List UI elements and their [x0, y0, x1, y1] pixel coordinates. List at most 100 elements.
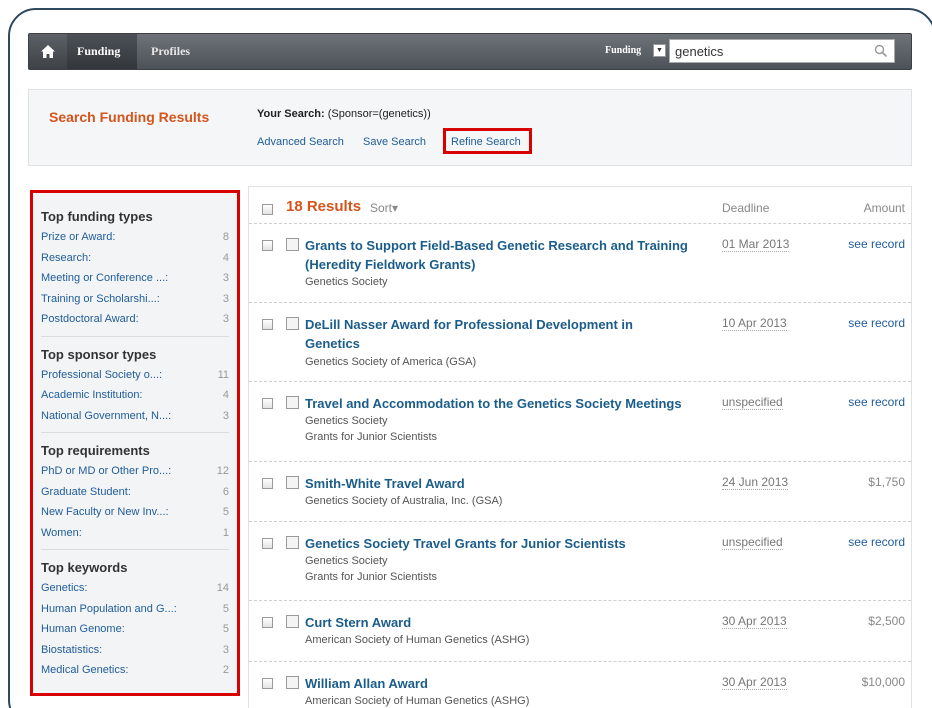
facet-label[interactable]: Medical Genetics: — [41, 660, 128, 681]
preview-icon[interactable] — [286, 396, 299, 409]
facet-item[interactable]: Training or Scholarshi...: 3 — [41, 289, 229, 310]
result-amount-link[interactable]: see record — [848, 316, 905, 330]
search-input[interactable] — [670, 40, 860, 62]
your-search-summary: Your Search: (Sponsor=(genetics)) — [257, 108, 431, 120]
result-title-link[interactable]: Grants to Support Field-Based Genetic Re… — [305, 236, 715, 274]
facet-item[interactable]: Biostatistics: 3 — [41, 640, 229, 661]
facet-count: 14 — [216, 582, 229, 594]
facet-item[interactable]: Human Population and G...: 5 — [41, 599, 229, 620]
result-checkbox[interactable] — [262, 398, 273, 409]
facet-label[interactable]: Human Population and G...: — [41, 599, 177, 620]
facet-label[interactable]: New Faculty or New Inv...: — [41, 502, 169, 523]
facet-label[interactable]: Biostatistics: — [41, 640, 102, 661]
search-scope-label[interactable]: Funding — [605, 45, 641, 56]
facet-item[interactable]: Genetics: 14 — [41, 578, 229, 599]
facet-title: Top keywords — [41, 560, 128, 575]
facet-item[interactable]: Prize or Award: 8 — [41, 227, 229, 248]
result-amount: $1,750 — [868, 475, 905, 489]
facet-label[interactable]: Training or Scholarshi...: — [41, 289, 160, 310]
facet-item[interactable]: Research: 4 — [41, 248, 229, 269]
facet-label[interactable]: PhD or MD or Other Pro...: — [41, 461, 171, 482]
result-title-link[interactable]: Travel and Accommodation to the Genetics… — [305, 394, 725, 413]
search-box — [669, 39, 895, 63]
facet-label[interactable]: Meeting or Conference ...: — [41, 268, 168, 289]
result-title-link[interactable]: Smith-White Travel Award — [305, 474, 715, 493]
facet-divider — [41, 335, 229, 337]
facet-label[interactable]: Human Genome: — [41, 619, 125, 640]
result-checkbox[interactable] — [262, 240, 273, 251]
facet-item[interactable]: PhD or MD or Other Pro...: 12 — [41, 461, 229, 482]
result-title-link[interactable]: Genetics Society Travel Grants for Junio… — [305, 534, 715, 553]
your-search-label: Your Search: — [257, 108, 325, 120]
facet-label[interactable]: Graduate Student: — [41, 482, 131, 503]
facet-item[interactable]: Academic Institution: 4 — [41, 385, 229, 406]
result-sponsor: Genetics Society of Australia, Inc. (GSA… — [305, 495, 503, 507]
facet-item[interactable]: Postdoctoral Award: 3 — [41, 309, 229, 330]
facet-label[interactable]: Prize or Award: — [41, 227, 115, 248]
facet-label[interactable]: Postdoctoral Award: — [41, 309, 139, 330]
facet-label[interactable]: Research: — [41, 248, 91, 269]
facet-count: 3 — [222, 409, 229, 422]
facet-label[interactable]: National Government, N...: — [41, 406, 171, 427]
facet-label[interactable]: Professional Society o...: — [41, 365, 162, 386]
result-row: Curt Stern Award American Society of Hum… — [249, 600, 911, 661]
advanced-search-link[interactable]: Advanced Search — [257, 136, 344, 148]
result-deadline: 24 Jun 2013 — [722, 475, 789, 490]
facet-item[interactable]: Professional Society o...: 11 — [41, 365, 229, 386]
result-row: Grants to Support Field-Based Genetic Re… — [249, 223, 911, 302]
facet-item[interactable]: Graduate Student: 6 — [41, 482, 229, 503]
facet-count: 12 — [216, 465, 229, 477]
select-all-checkbox[interactable] — [262, 204, 273, 215]
facet-count: 5 — [222, 506, 229, 518]
preview-icon[interactable] — [286, 317, 299, 330]
facet-item[interactable]: National Government, N...: 3 — [41, 406, 229, 427]
column-header-deadline[interactable]: Deadline — [722, 201, 769, 215]
nav-tab-profiles[interactable]: Profiles — [141, 34, 209, 69]
result-amount-link[interactable]: see record — [848, 535, 905, 549]
result-amount-link[interactable]: see record — [848, 237, 905, 251]
facet-group-requirements: Top requirements PhD or MD or Other Pro.… — [33, 443, 237, 543]
scope-dropdown-arrow-icon[interactable]: ▼ — [653, 44, 666, 57]
home-button[interactable] — [29, 34, 67, 69]
result-sponsor: Genetics Society — [305, 276, 388, 288]
result-checkbox[interactable] — [262, 678, 273, 689]
result-sponsor: American Society of Human Genetics (ASHG… — [305, 695, 530, 707]
column-header-amount[interactable]: Amount — [864, 201, 905, 215]
top-nav-bar: Funding Profiles Funding ▼ — [28, 33, 912, 70]
facet-item[interactable]: Medical Genetics: 2 — [41, 660, 229, 681]
preview-icon[interactable] — [286, 676, 299, 689]
result-amount: $2,500 — [868, 614, 905, 628]
nav-tab-funding[interactable]: Funding — [67, 34, 137, 69]
result-checkbox[interactable] — [262, 538, 273, 549]
facet-item[interactable]: New Faculty or New Inv...: 5 — [41, 502, 229, 523]
facet-label[interactable]: Genetics: — [41, 578, 87, 599]
facet-label[interactable]: Academic Institution: — [41, 385, 143, 406]
facet-item[interactable]: Women: 1 — [41, 523, 229, 544]
result-amount: $10,000 — [861, 675, 905, 689]
facet-item[interactable]: Meeting or Conference ...: 3 — [41, 268, 229, 289]
result-checkbox[interactable] — [262, 478, 273, 489]
preview-icon[interactable] — [286, 536, 299, 549]
result-deadline: unspecified — [722, 395, 783, 410]
facet-count: 3 — [222, 313, 229, 325]
result-program: Grants for Junior Scientists — [305, 571, 438, 583]
facet-label[interactable]: Women: — [41, 523, 82, 544]
result-checkbox[interactable] — [262, 319, 273, 330]
magnifier-icon[interactable] — [874, 44, 888, 58]
home-icon — [41, 45, 55, 58]
results-panel: 18 Results Sort▾ Deadline Amount Grants … — [248, 186, 912, 708]
save-search-link[interactable]: Save Search — [363, 136, 426, 148]
preview-icon[interactable] — [286, 615, 299, 628]
result-checkbox[interactable] — [262, 617, 273, 628]
facet-count: 2 — [222, 664, 229, 676]
result-title-link[interactable]: William Allan Award — [305, 674, 715, 693]
result-deadline: 30 Apr 2013 — [722, 614, 787, 629]
result-title-link[interactable]: Curt Stern Award — [305, 613, 715, 632]
result-amount-link[interactable]: see record — [848, 395, 905, 409]
preview-icon[interactable] — [286, 476, 299, 489]
result-title-link[interactable]: DeLill Nasser Award for Professional Dev… — [305, 315, 685, 353]
sort-dropdown[interactable]: Sort▾ — [370, 201, 398, 215]
facet-count: 4 — [222, 251, 229, 264]
preview-icon[interactable] — [286, 238, 299, 251]
facet-item[interactable]: Human Genome: 5 — [41, 619, 229, 640]
